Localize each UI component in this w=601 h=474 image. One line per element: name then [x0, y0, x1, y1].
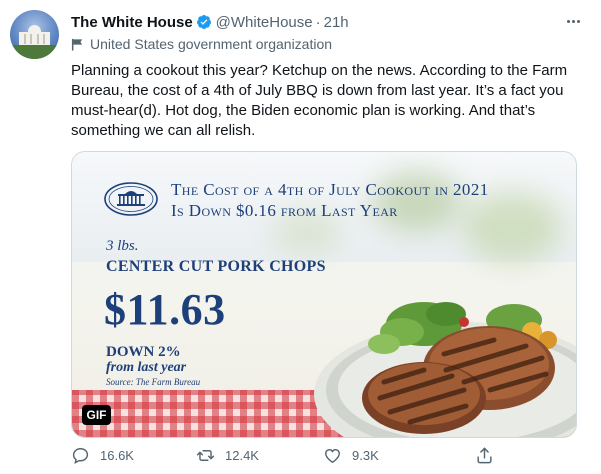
item-quantity: 3 lbs.	[106, 238, 139, 254]
more-icon	[566, 19, 570, 23]
like-icon	[325, 448, 340, 463]
government-label-text: United States government organization	[90, 36, 333, 52]
avatar-column	[30, 34, 32, 44]
like-count: 9.3K	[352, 447, 379, 463]
retweet-button[interactable]: 12.4K	[196, 444, 259, 466]
reply-count: 16.6K	[100, 447, 134, 463]
author-handle[interactable]: @WhiteHouse	[216, 14, 313, 31]
like-button[interactable]: 9.3K	[323, 444, 379, 466]
gif-badge: GIF	[82, 405, 111, 425]
price-change-period: from last year	[106, 360, 187, 375]
verified-badge-icon	[196, 15, 211, 29]
headline-line-2: Is Down $0.16 from Last Year	[171, 201, 398, 220]
avatar-column	[37, 34, 39, 44]
flag-icon	[71, 38, 83, 51]
profile-avatar[interactable]	[10, 10, 59, 59]
retweet-icon	[196, 449, 215, 461]
more-options-button[interactable]	[563, 11, 583, 31]
item-price: $11.63	[104, 285, 226, 334]
reply-button[interactable]: 16.6K	[71, 444, 134, 466]
share-icon	[477, 447, 492, 463]
headline-line-1: The Cost of a 4th of July Cookout in 202…	[171, 180, 489, 199]
avatar-column	[43, 34, 45, 44]
author-name[interactable]: The White House	[71, 14, 193, 31]
item-name: CENTER CUT PORK CHOPS	[106, 258, 326, 275]
white-house-seal-icon	[104, 182, 158, 216]
avatar-column	[24, 34, 26, 44]
retweet-count: 12.4K	[225, 447, 259, 463]
separator-dot: ·	[315, 13, 321, 31]
tweet-time[interactable]: 21h	[324, 14, 349, 31]
tweet-header: The White House @WhiteHouse · 21h	[71, 12, 349, 32]
government-label: United States government organization	[71, 34, 332, 54]
tweet-media-gif[interactable]: The Cost of a 4th of July Cookout in 202…	[71, 151, 577, 438]
avatar-lawn	[10, 45, 59, 59]
infographic-headline: The Cost of a 4th of July Cookout in 202…	[171, 179, 551, 221]
price-change: DOWN 2%	[106, 344, 181, 360]
data-source: Source: The Farm Bureau	[106, 377, 201, 387]
tweet-text: Planning a cookout this year? Ketchup on…	[71, 62, 568, 139]
reply-icon	[72, 447, 89, 464]
pork-chop-plate-image	[314, 302, 576, 437]
share-button[interactable]	[475, 444, 504, 466]
tweet-actions: 16.6K 12.4K 9.3K	[71, 444, 581, 466]
